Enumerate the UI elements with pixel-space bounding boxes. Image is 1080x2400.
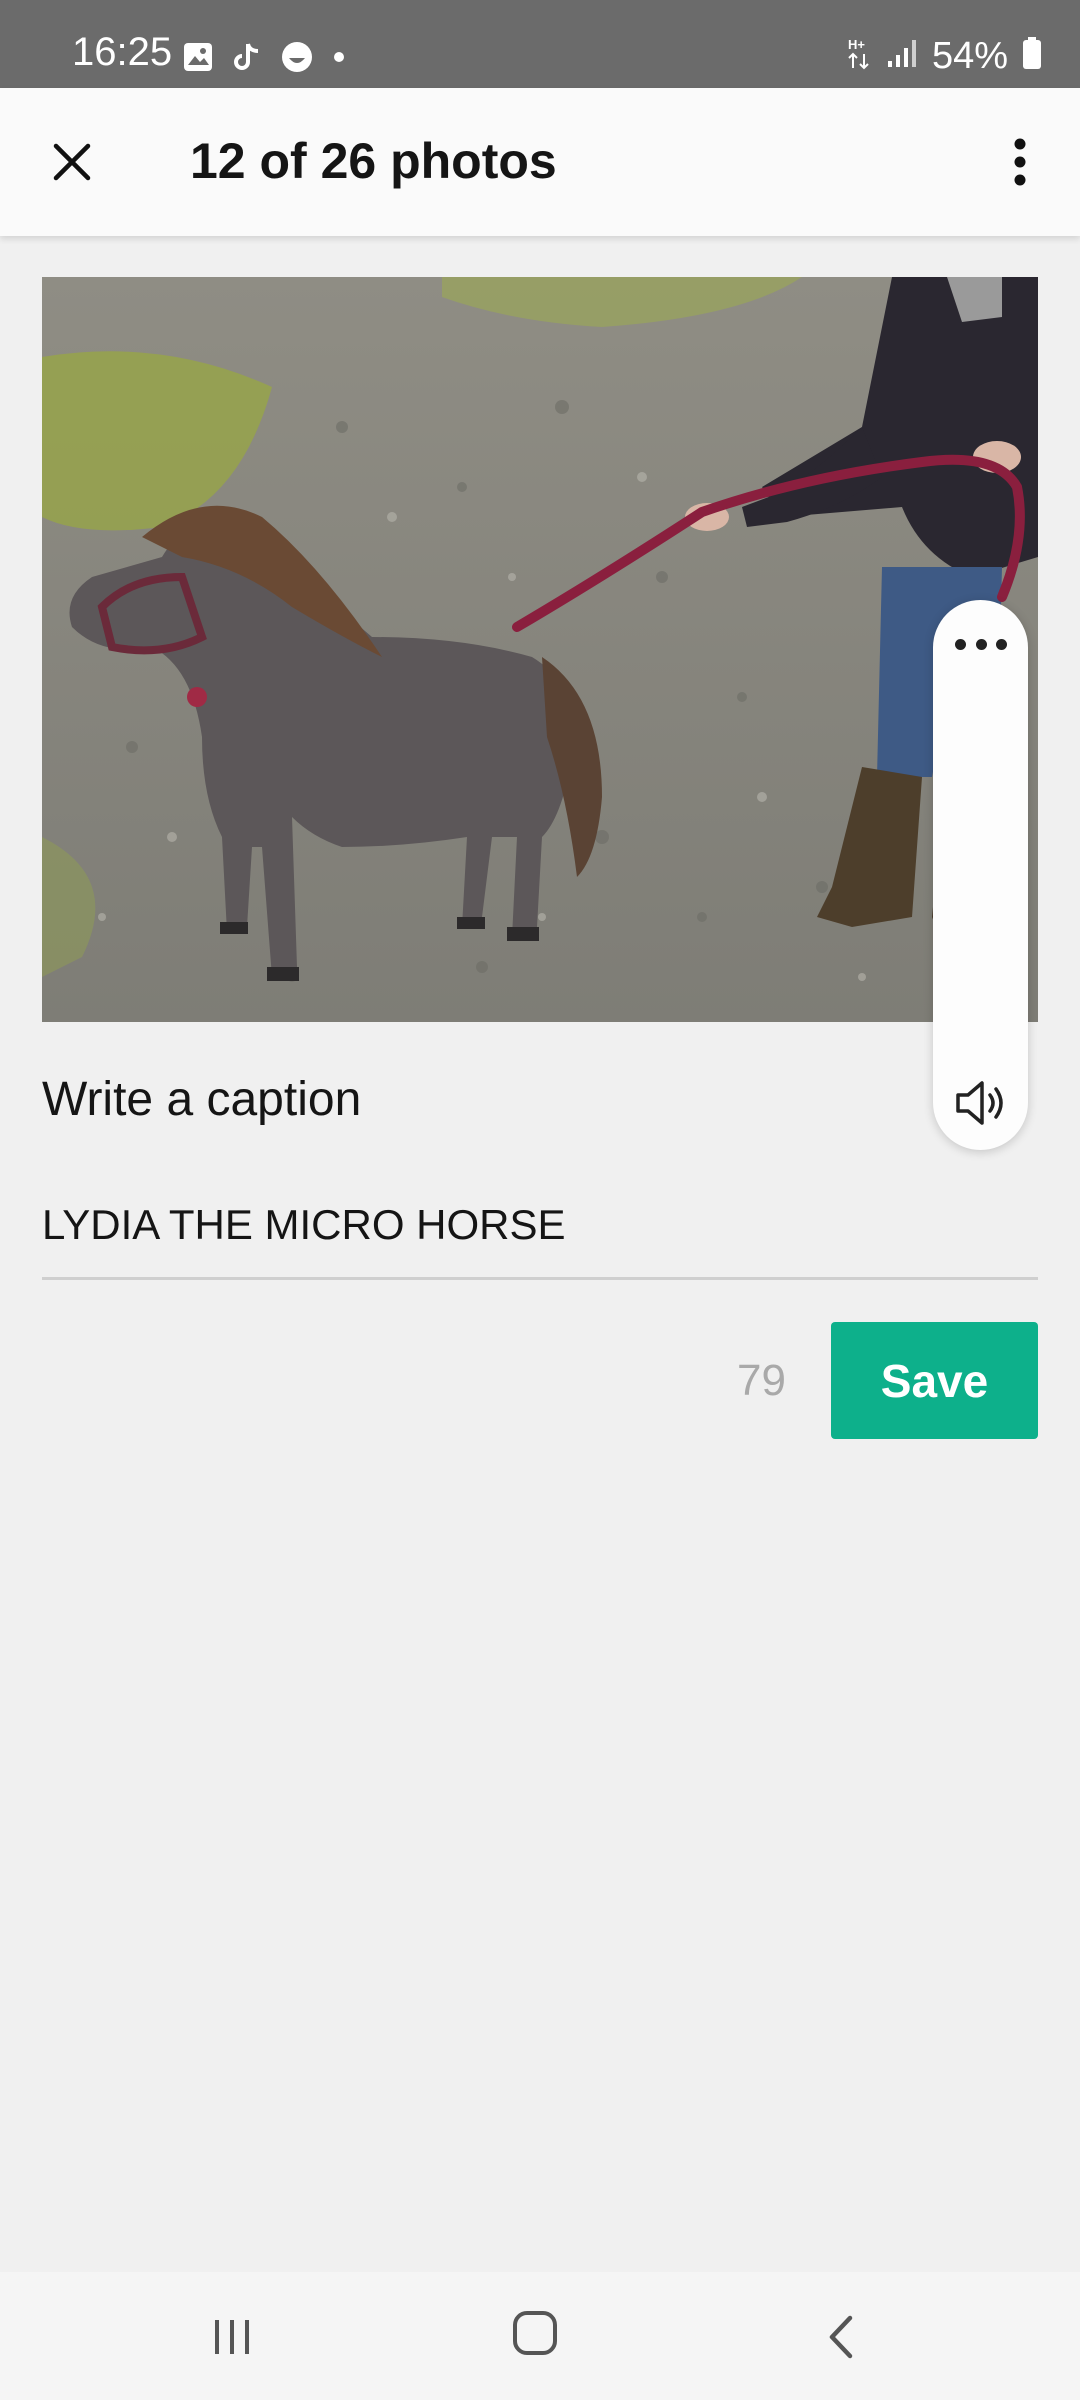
battery-percent: 54%	[931, 34, 1008, 77]
battery-icon	[1022, 36, 1042, 75]
edge-side-panel[interactable]	[933, 600, 1028, 1150]
caption-input[interactable]	[42, 1190, 1038, 1280]
remaining-character-count: 79	[737, 1356, 786, 1405]
status-notification-icons	[182, 40, 346, 79]
home-icon[interactable]	[512, 2310, 558, 2356]
back-icon[interactable]	[820, 2312, 860, 2362]
close-button[interactable]	[40, 130, 104, 194]
page-title: 12 of 26 photos	[190, 133, 557, 189]
gallery-icon	[182, 41, 214, 78]
save-button[interactable]: Save	[831, 1322, 1038, 1439]
caption-heading: Write a caption	[42, 1073, 362, 1126]
more-options-button[interactable]	[988, 130, 1052, 194]
recent-apps-icon[interactable]	[210, 2314, 254, 2360]
more-vert-icon	[1014, 138, 1026, 186]
status-bar: 16:25 H+ 54%	[0, 0, 1080, 88]
close-icon	[53, 143, 91, 181]
system-navigation-bar	[0, 2272, 1080, 2400]
tiktok-icon	[232, 41, 262, 78]
top-app-bar: 12 of 26 photos	[0, 88, 1080, 236]
more-horiz-icon[interactable]	[955, 636, 1007, 652]
dot-icon	[332, 50, 346, 69]
network-type-label: H+	[848, 37, 865, 52]
photo-preview	[42, 277, 1038, 1022]
signal-icon	[886, 37, 918, 74]
network-type-icon: H+	[846, 36, 872, 75]
emoji-app-icon	[280, 40, 314, 79]
volume-icon[interactable]	[950, 1073, 1010, 1133]
status-system-icons: H+ 54%	[846, 36, 1042, 75]
status-time: 16:25	[72, 30, 173, 74]
